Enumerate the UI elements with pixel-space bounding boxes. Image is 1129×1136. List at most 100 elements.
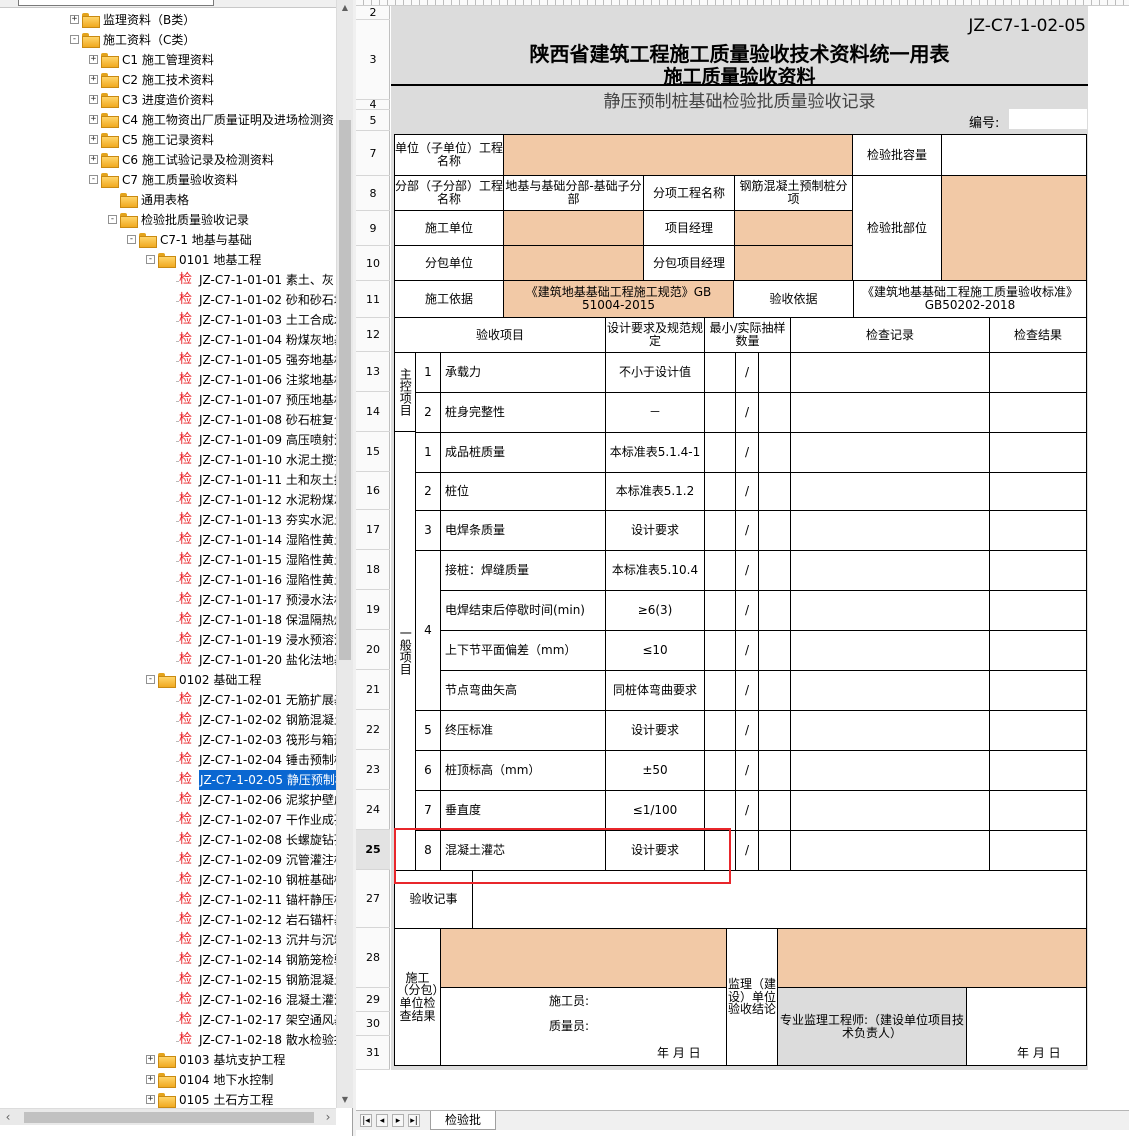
subcontractor-field[interactable] [503,245,644,281]
row-header[interactable]: 29 [356,988,390,1012]
last-sheet-button[interactable]: ▸| [408,1114,420,1127]
check-record-field[interactable] [790,472,990,511]
tree-document-item[interactable]: 检 JZ-C7-1-02-02 钢筋混凝土 [0,710,336,730]
row-header[interactable]: 16 [356,472,390,510]
sample-min-field[interactable] [704,392,736,433]
item-requirement[interactable]: 设计要求 [605,710,705,751]
check-result-field[interactable] [989,630,1087,671]
expand-icon[interactable]: + [89,155,98,164]
tree-document-item[interactable]: 检 JZ-C7-1-02-11 锚杆静压桩 [0,890,336,910]
row-header[interactable]: 31 [356,1036,390,1070]
prev-sheet-button[interactable]: ◂ [376,1114,388,1127]
tree-search-input[interactable] [18,0,214,6]
item-name[interactable]: 成品桩质量 [440,432,606,473]
item-name[interactable]: 垂直度 [440,790,606,831]
collapse-icon[interactable]: - [146,255,155,264]
item-requirement[interactable]: 本标准表5.10.4 [605,550,705,591]
check-result-field[interactable] [989,352,1087,393]
sample-min-field[interactable] [704,352,736,393]
tree-vertical-scroll-thumb[interactable] [339,120,351,660]
tree-folder-item[interactable]: + C2 施工技术资料 [0,70,336,90]
expand-icon[interactable]: + [89,95,98,104]
item-name[interactable]: 桩身完整性 [440,392,606,433]
tree-document-item[interactable]: 检 JZ-C7-1-01-11 土和灰土挤 [0,470,336,490]
tree-folder-item[interactable]: + C6 施工试验记录及检测资料 [0,150,336,170]
row-header[interactable]: 28 [356,928,390,988]
tree-folder-item[interactable]: + 监理资料（B类） [0,10,336,30]
row-header[interactable]: 2 [356,6,390,20]
check-record-field[interactable] [790,750,990,791]
row-header[interactable]: 27 [356,870,390,928]
sample-actual-field[interactable] [758,590,791,631]
expand-icon[interactable]: + [89,135,98,144]
tree-document-item[interactable]: 检 JZ-C7-1-02-09 沉管灌注桩 [0,850,336,870]
tree-horizontal-scrollbar[interactable]: ‹ › [0,1108,336,1125]
tree-document-item[interactable]: 检 JZ-C7-1-02-18 散水检验批 [0,1030,336,1050]
check-record-field[interactable] [790,670,990,711]
item-requirement[interactable]: 设计要求 [605,510,705,551]
check-record-field[interactable] [790,432,990,473]
tree-document-item[interactable]: 检 JZ-C7-1-01-16 湿陷性黄土 [0,570,336,590]
tree-document-item[interactable]: 检 JZ-C7-1-01-12 水泥粉煤灰 [0,490,336,510]
check-result-field[interactable] [989,670,1087,711]
unit-name-field[interactable] [503,134,853,176]
item-name[interactable]: 承载力 [440,352,606,393]
sample-min-field[interactable] [704,432,736,473]
check-record-field[interactable] [790,830,990,871]
expand-icon[interactable]: + [89,115,98,124]
sample-actual-field[interactable] [758,710,791,751]
check-result-field[interactable] [989,472,1087,511]
tree-document-item[interactable]: 检 JZ-C7-1-01-02 砂和砂石地 [0,290,336,310]
tree-folder-item[interactable]: - 0101 地基工程 [0,250,336,270]
project-manager-field[interactable] [734,210,853,246]
item-name[interactable]: 上下节平面偏差（mm） [440,630,606,671]
collapse-icon[interactable]: - [127,235,136,244]
tree-document-item[interactable]: 检 JZ-C7-1-02-12 岩石锚杆基 [0,910,336,930]
tree-document-item[interactable]: 检 JZ-C7-1-02-07 干作业成孔 [0,810,336,830]
sample-actual-field[interactable] [758,630,791,671]
tree-horizontal-scroll-thumb[interactable] [24,1112,314,1123]
tree-folder-item[interactable]: + C4 施工物资出厂质量证明及进场检测资 [0,110,336,130]
tree-document-item[interactable]: 检 JZ-C7-1-01-13 夯实水泥土 [0,510,336,530]
sample-min-field[interactable] [704,590,736,631]
tree-document-item[interactable]: 检 JZ-C7-1-01-15 湿陷性黄土 [0,550,336,570]
sample-min-field[interactable] [704,630,736,671]
row-header[interactable]: 17 [356,510,390,550]
scroll-up-arrow-icon[interactable]: ▲ [337,0,353,16]
sample-min-field[interactable] [704,710,736,751]
tree-document-item[interactable]: 检 JZ-C7-1-01-01 素土、灰： [0,270,336,290]
tree-document-item[interactable]: 检 JZ-C7-1-01-14 湿陷性黄土 [0,530,336,550]
tree-document-item[interactable]: 检 JZ-C7-1-02-06 泥浆护壁成 [0,790,336,810]
item-name[interactable]: 桩顶标高（mm） [440,750,606,791]
row-header[interactable]: 11 [356,281,390,318]
sample-min-field[interactable] [704,670,736,711]
tree-document-item[interactable]: 检 JZ-C7-1-02-14 钢筋笼检验 [0,950,336,970]
tree-document-item[interactable]: 检 JZ-C7-1-02-03 筏形与箱形 [0,730,336,750]
sample-actual-field[interactable] [758,352,791,393]
tree-folder-item[interactable]: + C3 进度造价资料 [0,90,336,110]
check-record-field[interactable] [790,510,990,551]
row-header[interactable]: 12 [356,318,390,352]
item-requirement[interactable]: － [605,392,705,433]
check-result-field[interactable] [989,590,1087,631]
row-header[interactable]: 30 [356,1012,390,1036]
tree-document-item[interactable]: 检 JZ-C7-1-01-10 水泥土搅拌 [0,450,336,470]
tree-document-item[interactable]: 检 JZ-C7-1-02-08 长螺旋钻孔 [0,830,336,850]
tree-document-item[interactable]: 检 JZ-C7-1-02-05 静压预制桩 [0,770,336,790]
check-result-field[interactable] [989,830,1087,871]
collapse-icon[interactable]: - [146,675,155,684]
tree-folder-item[interactable]: - C7 施工质量验收资料 [0,170,336,190]
tree-document-item[interactable]: 检 JZ-C7-1-01-05 强夯地基札 [0,350,336,370]
row-header[interactable]: 18 [356,550,390,590]
row-header[interactable]: 24 [356,790,390,830]
tree-document-item[interactable]: 检 JZ-C7-1-01-03 土工合成木 [0,310,336,330]
expand-icon[interactable]: + [89,75,98,84]
tree-document-item[interactable]: 检 JZ-C7-1-01-20 盐化法地基 [0,650,336,670]
expand-icon[interactable]: + [70,15,79,24]
next-sheet-button[interactable]: ▸ [392,1114,404,1127]
item-requirement[interactable]: ≤1/100 [605,790,705,831]
check-result-field[interactable] [989,432,1087,473]
sample-actual-field[interactable] [758,670,791,711]
contractor-field[interactable] [503,210,644,246]
row-header[interactable]: 21 [356,670,390,710]
